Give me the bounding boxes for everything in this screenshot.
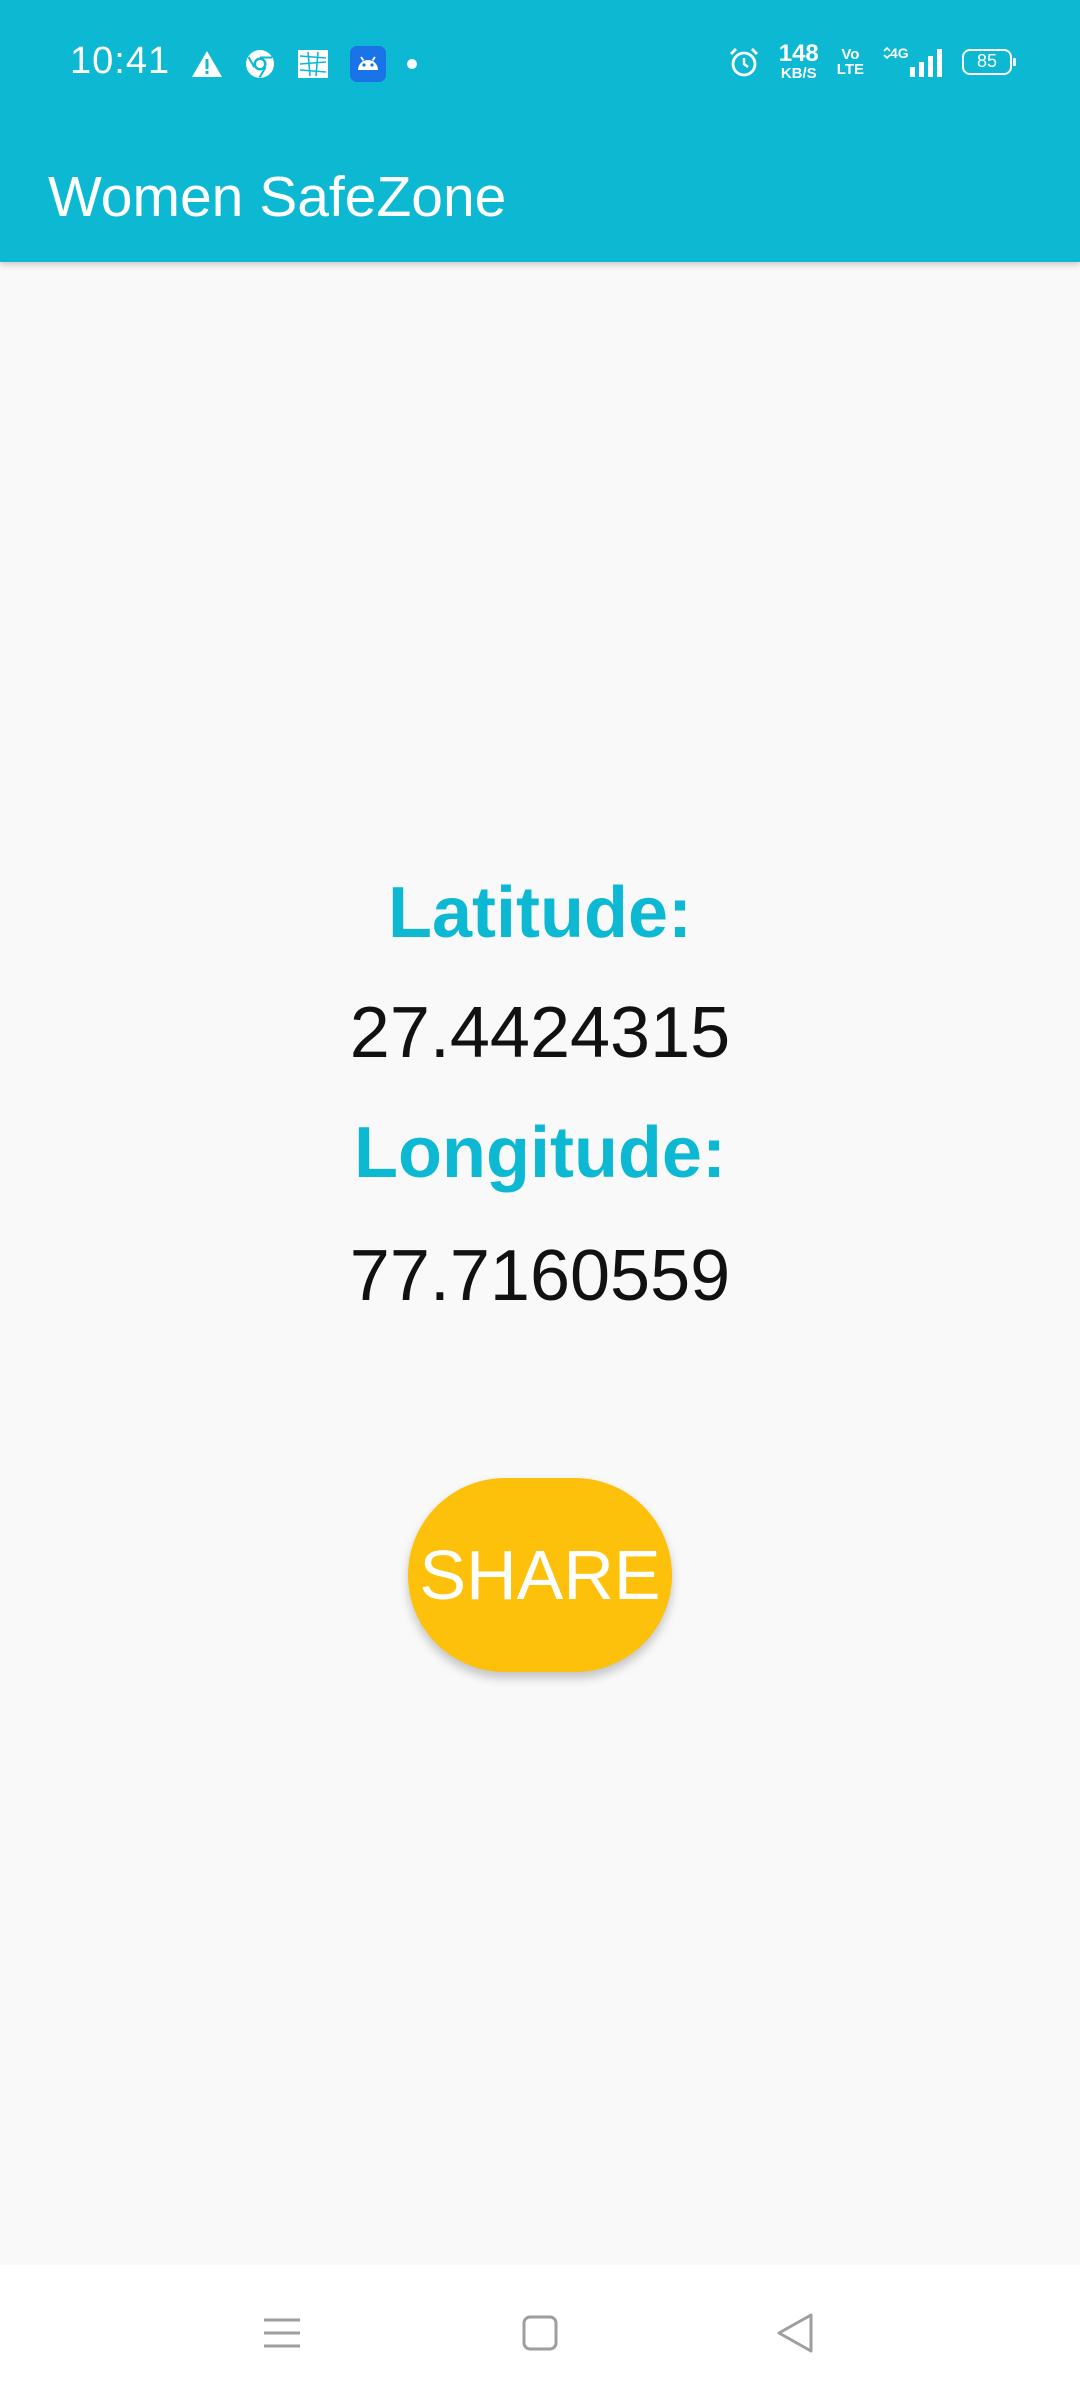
warning-icon <box>190 49 224 79</box>
status-time: 10:41 <box>70 40 171 82</box>
notification-icons <box>190 46 418 82</box>
volte-indicator: Vo LTE <box>836 45 864 78</box>
location-panel: Latitude: 27.4424315 Longitude: 77.71605… <box>0 262 1080 2265</box>
app-screen: 10:41 148 KB/S Vo LTE 4G 85 Women SafeZo… <box>0 0 1080 2400</box>
longitude-value: 77.7160559 <box>349 1236 731 1316</box>
longitude-label: Longitude: <box>354 1113 726 1193</box>
status-bar: 10:41 148 KB/S Vo LTE 4G 85 <box>0 0 1080 128</box>
system-icons: 148 KB/S Vo LTE 4G 85 <box>727 40 1016 82</box>
header: 10:41 148 KB/S Vo LTE 4G 85 Women SafeZo… <box>0 0 1080 262</box>
app-title: Women SafeZone <box>48 165 507 229</box>
back-icon[interactable] <box>755 2295 835 2371</box>
latitude-label: Latitude: <box>388 873 692 953</box>
network-speed: 148 KB/S <box>778 40 819 82</box>
app-bar: Women SafeZone <box>0 128 1080 262</box>
navigation-bar <box>0 2265 1080 2400</box>
network-type-text: 4G <box>890 45 909 61</box>
chrome-icon <box>244 48 276 80</box>
alarm-icon <box>727 45 761 79</box>
menu-icon[interactable] <box>242 2295 322 2371</box>
share-button[interactable]: SHARE <box>408 1478 672 1672</box>
latitude-value: 27.4424315 <box>349 993 731 1073</box>
signal-icon: 4G <box>882 45 944 79</box>
dot-icon <box>406 58 418 70</box>
gallery-icon <box>296 48 330 80</box>
home-icon[interactable] <box>500 2295 580 2371</box>
battery-level: 85 <box>976 51 998 71</box>
battery-icon: 85 <box>962 48 1016 75</box>
android-icon <box>350 46 386 82</box>
